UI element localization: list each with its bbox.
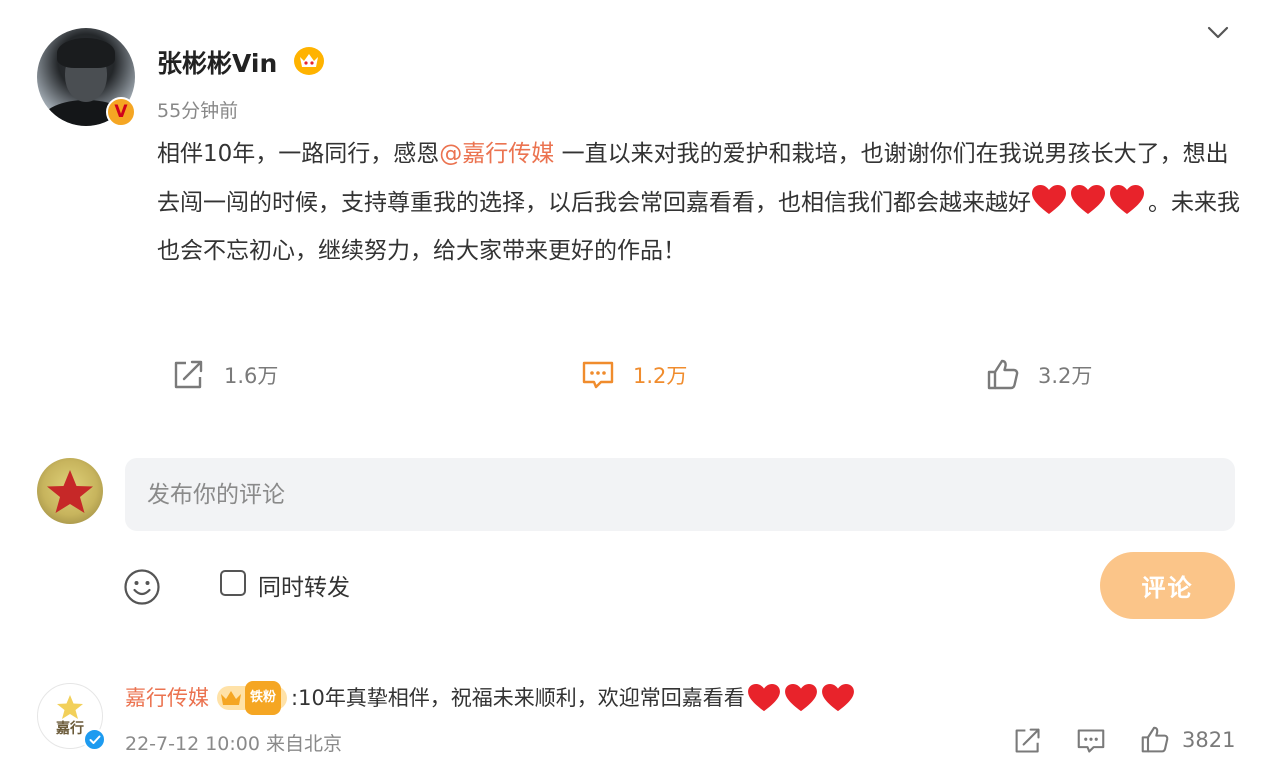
submit-comment-button[interactable]: 评论 <box>1100 552 1235 619</box>
comment-like-button[interactable]: 3821 <box>1140 726 1235 754</box>
comment-like-count: 3821 <box>1182 728 1236 752</box>
repost-checkbox[interactable] <box>220 570 246 596</box>
comment-meta: 22-7-12 10:00 来自北京 <box>125 729 342 756</box>
post-text: 相伴10年，一路同行，感恩@嘉行传媒 一直以来对我的爱护和栽培，也谢谢你们在我说… <box>157 130 1247 276</box>
crown-icon <box>221 691 241 705</box>
comment-icon <box>582 361 614 389</box>
comment-source: 来自北京 <box>266 733 343 755</box>
user-avatar[interactable] <box>37 458 103 524</box>
heart-emoji-icon <box>784 683 817 712</box>
fan-badge[interactable]: 铁粉 <box>217 681 288 715</box>
post-timestamp[interactable]: 55分钟前 <box>157 96 238 123</box>
comment-input[interactable] <box>125 458 1235 531</box>
share-icon <box>174 360 203 389</box>
author-name[interactable]: 张彬彬Vin <box>157 44 277 80</box>
thumbs-up-icon <box>987 359 1019 390</box>
heart-emoji-icon <box>747 683 780 712</box>
thumbs-up-icon <box>1141 726 1169 753</box>
comment-count: 1.2万 <box>633 364 688 388</box>
like-button[interactable]: 3.2万 <box>986 359 1092 391</box>
repost-button[interactable]: 1.6万 <box>172 359 278 391</box>
chevron-down-icon[interactable] <box>1206 24 1230 42</box>
commenter-name[interactable]: 嘉行传媒 <box>125 682 209 714</box>
comment-icon[interactable] <box>1076 727 1106 755</box>
heart-emoji-icon <box>1071 184 1105 214</box>
comment-content: 嘉行传媒 铁粉 :10年真挚相伴，祝福未来顺利，欢迎常回嘉看看 <box>125 681 858 715</box>
comment-timestamp: 22-7-12 10:00 <box>125 733 260 755</box>
star-logo-icon <box>57 695 83 719</box>
repost-count: 1.6万 <box>224 364 279 388</box>
red-star-icon <box>47 470 93 513</box>
repost-checkbox-label[interactable]: 同时转发 <box>258 568 350 602</box>
heart-emoji-icon <box>1032 184 1066 214</box>
verified-badge-icon: V <box>106 97 136 127</box>
smiley-icon[interactable] <box>123 568 161 606</box>
post-text-part1: 相伴10年，一路同行，感恩 <box>157 141 440 167</box>
fan-badge-label: 铁粉 <box>245 681 282 715</box>
verified-blue-badge-icon <box>83 728 106 751</box>
heart-emoji-icon <box>821 683 854 712</box>
member-crown-icon[interactable] <box>294 47 324 75</box>
mention-link[interactable]: @嘉行传媒 <box>439 141 554 167</box>
share-icon[interactable] <box>1013 727 1043 755</box>
commenter-avatar-text: 嘉行 <box>56 721 84 737</box>
comment-button[interactable]: 1.2万 <box>581 359 687 391</box>
heart-emoji-icon <box>1110 184 1144 214</box>
like-count: 3.2万 <box>1038 364 1093 388</box>
comment-text: :10年真挚相伴，祝福未来顺利，欢迎常回嘉看看 <box>291 686 745 710</box>
